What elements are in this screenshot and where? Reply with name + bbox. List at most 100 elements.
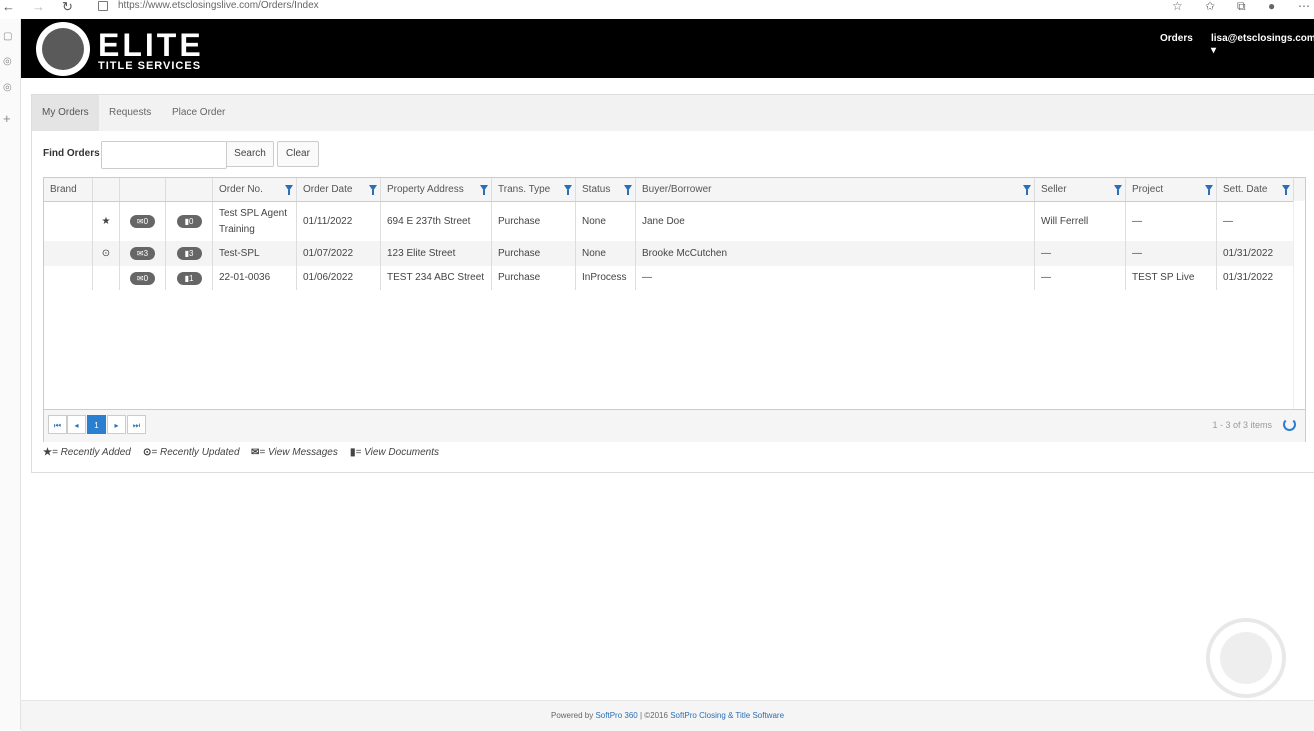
new-tab-icon[interactable]: + xyxy=(3,111,11,126)
more-icon[interactable]: ⋯ xyxy=(1298,0,1310,13)
column-sett-date[interactable]: Sett. Date xyxy=(1217,178,1294,201)
cell-address: TEST 234 ABC Street xyxy=(381,266,492,290)
documents-badge[interactable]: ▮0 xyxy=(176,215,202,228)
grid-scrollbar[interactable] xyxy=(1293,201,1305,409)
softpro-company-link[interactable]: SoftPro Closing & Title Software xyxy=(670,711,784,720)
cell-address: 694 E 237th Street xyxy=(381,202,492,241)
cell-trans-type: Purchase xyxy=(492,241,576,266)
recently-added-icon: ★ xyxy=(93,202,120,241)
back-icon[interactable]: ← xyxy=(2,0,15,14)
filter-icon[interactable] xyxy=(624,185,632,195)
filter-icon[interactable] xyxy=(1023,185,1031,195)
column-flag xyxy=(93,178,120,201)
tab-place-order[interactable]: Place Order xyxy=(162,95,235,131)
orders-link[interactable]: Orders xyxy=(1160,33,1193,45)
messages-badge[interactable]: ✉0 xyxy=(130,215,155,228)
favorites-icon[interactable]: ✩ xyxy=(1205,0,1215,13)
column-seller[interactable]: Seller xyxy=(1035,178,1126,201)
logo-text[interactable]: ELITE xyxy=(98,28,204,62)
column-order-date[interactable]: Order Date xyxy=(297,178,381,201)
table-row[interactable]: ✉0 ▮1 22-01-0036 01/06/2022 TEST 234 ABC… xyxy=(44,266,1294,290)
lion-logo-icon[interactable] xyxy=(36,22,90,76)
user-email: lisa@etsclosings.com xyxy=(1211,33,1314,44)
first-page-button[interactable]: ⏮ xyxy=(48,415,67,434)
next-page-button[interactable]: ▸ xyxy=(107,415,126,434)
pager-info: 1 - 3 of 3 items xyxy=(1212,420,1272,430)
column-label: Seller xyxy=(1041,184,1067,195)
cell-sett-date: 01/31/2022 xyxy=(1217,266,1294,290)
lock-icon xyxy=(98,1,108,11)
column-label: Trans. Type xyxy=(498,184,551,195)
cell-order-no[interactable]: Test-SPL xyxy=(213,241,297,266)
column-status[interactable]: Status xyxy=(576,178,636,201)
grid-header: Brand Order No. Order Date Property Addr… xyxy=(44,178,1305,202)
reload-icon[interactable]: ↻ xyxy=(62,0,73,14)
tab-requests[interactable]: Requests xyxy=(99,95,161,131)
find-orders-label: Find Orders xyxy=(43,148,100,159)
clear-button[interactable]: Clear xyxy=(277,141,319,167)
messages-badge[interactable]: ✉3 xyxy=(130,247,155,260)
collections-icon[interactable]: ⧉ xyxy=(1237,0,1246,13)
softpro360-link[interactable]: SoftPro 360 xyxy=(595,711,637,720)
cell-brand xyxy=(44,241,93,266)
tab-icon[interactable]: ▢ xyxy=(3,31,12,42)
lion-watermark-icon xyxy=(1206,618,1286,698)
documents-badge[interactable]: ▮3 xyxy=(176,247,202,260)
column-label: Status xyxy=(582,184,611,195)
favorite-add-icon[interactable]: ☆ xyxy=(1172,0,1183,13)
tab-icon[interactable]: ◎ xyxy=(3,56,12,67)
cell-sett-date: — xyxy=(1217,202,1294,241)
column-property-address[interactable]: Property Address xyxy=(381,178,492,201)
filter-icon[interactable] xyxy=(480,185,488,195)
forward-icon[interactable]: → xyxy=(32,0,45,14)
table-row[interactable]: ⊙ ✉3 ▮3 Test-SPL 01/07/2022 123 Elite St… xyxy=(44,241,1294,266)
cell-order-no[interactable]: Test SPL Agent Training xyxy=(213,202,297,241)
column-project[interactable]: Project xyxy=(1126,178,1217,201)
cell-address: 123 Elite Street xyxy=(381,241,492,266)
tab-my-orders[interactable]: My Orders xyxy=(32,95,99,131)
orders-grid: Brand Order No. Order Date Property Addr… xyxy=(43,177,1306,442)
cell-buyer: Jane Doe xyxy=(636,202,1035,241)
cell-buyer: — xyxy=(636,266,1035,290)
messages-badge[interactable]: ✉0 xyxy=(130,271,155,285)
filter-icon[interactable] xyxy=(285,185,293,195)
cell-project: TEST SP Live xyxy=(1126,266,1217,290)
cell-order-no[interactable]: 22-01-0036 xyxy=(213,266,297,290)
cell-documents: ▮0 xyxy=(166,202,213,241)
cell-documents: ▮3 xyxy=(166,241,213,266)
find-orders-input[interactable] xyxy=(101,141,227,169)
column-documents xyxy=(166,178,213,201)
last-page-button[interactable]: ⏭ xyxy=(127,415,146,434)
profile-icon[interactable]: ● xyxy=(1268,0,1275,13)
cell-messages: ✉3 xyxy=(120,241,166,266)
orders-panel: My Orders Requests Place Order Find Orde… xyxy=(31,94,1314,473)
cell-brand xyxy=(44,202,93,241)
site-footer: Powered by SoftPro 360 | ©2016 SoftPro C… xyxy=(21,700,1314,731)
filter-icon[interactable] xyxy=(564,185,572,195)
cell-messages: ✉0 xyxy=(120,266,166,290)
column-brand[interactable]: Brand xyxy=(44,178,93,201)
cell-documents: ▮1 xyxy=(166,266,213,290)
tab-icon[interactable]: ◎ xyxy=(3,82,12,93)
column-order-no[interactable]: Order No. xyxy=(213,178,297,201)
browser-sidebar: ▢ ◎ ◎ + xyxy=(0,19,21,730)
filter-icon[interactable] xyxy=(1114,185,1122,195)
column-trans-type[interactable]: Trans. Type xyxy=(492,178,576,201)
address-bar[interactable]: https://www.etsclosingslive.com/Orders/I… xyxy=(118,0,319,12)
column-label: Buyer/Borrower xyxy=(642,184,712,195)
cell-order-date: 01/11/2022 xyxy=(297,202,381,241)
current-page-button[interactable]: 1 xyxy=(87,415,106,434)
cell-status: None xyxy=(576,241,636,266)
column-buyer[interactable]: Buyer/Borrower xyxy=(636,178,1035,201)
table-row[interactable]: ★ ✉0 ▮0 Test SPL Agent Training 01/11/20… xyxy=(44,202,1294,241)
cell-seller: — xyxy=(1035,241,1126,266)
filter-icon[interactable] xyxy=(1205,185,1213,195)
filter-icon[interactable] xyxy=(369,185,377,195)
refresh-icon[interactable] xyxy=(1283,418,1296,431)
filter-icon[interactable] xyxy=(1282,185,1290,195)
documents-badge[interactable]: ▮1 xyxy=(176,271,202,285)
browser-toolbar: ← → ↻ https://www.etsclosingslive.com/Or… xyxy=(0,0,1314,19)
prev-page-button[interactable]: ◂ xyxy=(67,415,86,434)
search-button[interactable]: Search xyxy=(226,141,274,167)
user-menu[interactable]: lisa@etsclosings.com ▾ xyxy=(1211,33,1314,57)
